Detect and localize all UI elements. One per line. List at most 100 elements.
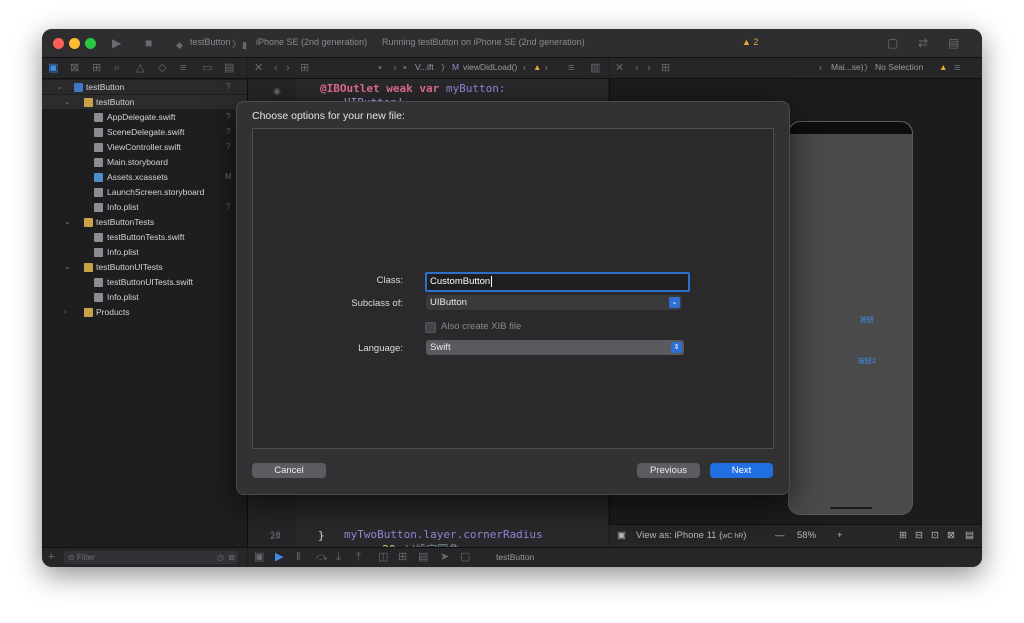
resolve-issues-icon[interactable]: ⊠ [947,530,955,541]
swift-file-icon [94,278,103,287]
back-icon[interactable]: ‹ [635,61,639,75]
jump-bar-file[interactable]: V...ift [415,62,434,72]
class-name-value: CustomButton [430,276,491,287]
memory-graph-icon[interactable]: ⊞ [398,550,407,564]
minimize-window-button[interactable] [69,38,80,49]
symbol-navigator-icon[interactable]: ⊞ [92,61,101,75]
language-popup[interactable]: Swift ⇕ [426,340,684,355]
step-into-icon[interactable]: ⤓ [336,550,341,564]
outlet-connection-icon[interactable]: ◉ [273,86,281,97]
run-icon[interactable]: ▶ [112,36,121,50]
find-navigator-icon[interactable]: ⌕ [114,61,120,75]
debug-scheme-label: testButton [496,552,535,562]
tree-item-file[interactable]: LaunchScreen.storyboard [42,185,247,199]
zoom-out-button[interactable]: — [775,530,785,541]
related-items-icon[interactable]: ⊞ [661,61,670,75]
back-icon[interactable]: ‹ [274,61,278,75]
inspector-toggle-icon[interactable]: ▤ [948,36,959,50]
toggle-debug-area-icon[interactable]: ▣ [254,550,264,564]
close-editor-icon[interactable]: ✕ [254,61,263,75]
test-navigator-icon[interactable]: ◇ [158,61,166,75]
warning-icon[interactable]: ▲ [533,62,541,72]
project-icon [74,83,83,92]
editor-options-icon[interactable]: ≡ [568,61,574,75]
tree-item-group[interactable]: › Products [42,305,247,319]
back-icon[interactable]: ‹ [523,62,526,72]
next-button[interactable]: Next [710,463,773,478]
project-navigator-icon[interactable]: ▣ [48,61,58,75]
tree-item-file[interactable]: Info.plist ? [42,200,247,214]
add-constraints-icon[interactable]: ⊡ [931,530,939,541]
tree-item-file[interactable]: Info.plist [42,245,247,259]
device-selector[interactable]: iPhone SE (2nd generation) [256,37,367,47]
disclosure-down-icon[interactable]: ⌄ [64,215,71,229]
cancel-button[interactable]: Cancel [252,463,326,478]
also-create-xib-checkbox[interactable] [425,322,436,333]
related-items-icon[interactable]: ⊞ [300,61,309,75]
tree-item-project[interactable]: ⌄ testButton ? [42,80,247,94]
tree-item-file[interactable]: AppDelegate.swift ? [42,110,247,124]
close-editor-icon[interactable]: ✕ [615,61,624,75]
previous-button[interactable]: Previous [637,463,700,478]
zoom-in-button[interactable]: + [837,530,843,541]
library-icon[interactable]: ▢ [887,36,898,50]
forward-icon[interactable]: › [286,61,290,75]
update-frames-icon[interactable]: ⊞ [899,530,907,541]
view-hierarchy-icon[interactable]: ◫ [378,550,388,564]
jump-bar-method[interactable]: viewDidLoad() [463,62,517,72]
forward-icon[interactable]: › [545,62,548,72]
view-as-label[interactable]: View as: iPhone 11 (wC hR) [636,530,746,541]
chevron-down-icon[interactable]: ⌄ [669,297,680,308]
breakpoints-icon[interactable]: ▶ [275,550,283,564]
pause-icon[interactable]: ‖ [296,550,301,564]
tree-item-group[interactable]: ⌄ testButtonTests [42,215,247,229]
class-name-field[interactable]: CustomButton [425,272,690,292]
breakpoint-navigator-icon[interactable]: ▭ [202,61,212,75]
editor-options-icon[interactable]: ≡ [954,61,960,75]
disclosure-right-icon[interactable]: › [64,305,67,319]
split-editor-icon[interactable]: ▥ [590,61,600,75]
sidebar-toggle-icon[interactable]: ▣ [617,530,626,541]
jump-bar-selection[interactable]: No Selection [875,62,923,72]
swift-file-icon [94,128,103,137]
debug-navigator-icon[interactable]: ≡ [180,61,186,75]
canvas-button-1[interactable]: 按鈕 [860,315,874,325]
subclass-combobox[interactable]: UIButton ⌄ [426,295,682,310]
environment-overrides-icon[interactable]: ▤ [418,550,428,564]
step-over-icon[interactable]: ⤼ [316,550,328,564]
report-navigator-icon[interactable]: ▤ [224,61,234,75]
forward-icon[interactable]: › [647,61,651,75]
chevron-updown-icon[interactable]: ⇕ [671,342,682,353]
jump-bar-storyboard[interactable]: Mai...se) [831,62,864,72]
tree-item-file[interactable]: ViewController.swift ? [42,140,247,154]
disclosure-down-icon[interactable]: ⌄ [56,80,63,94]
stop-icon[interactable]: ■ [145,36,152,50]
warnings-badge[interactable]: ▲ 2 [742,37,758,47]
plist-file-icon [94,248,103,257]
tree-item-file[interactable]: Info.plist [42,290,247,304]
canvas-button-2[interactable]: 按鈕2 [858,356,876,366]
disclosure-down-icon[interactable]: ⌄ [64,260,71,274]
step-out-icon[interactable]: ⤒ [356,550,361,564]
align-icon[interactable]: ⊟ [915,530,923,541]
warning-icon[interactable]: ▲ [939,62,947,72]
code-review-icon[interactable]: ⇄ [918,36,928,50]
language-label: Language: [358,343,403,354]
tree-item-group[interactable]: ⌄ testButton [42,95,247,109]
tree-item-file[interactable]: Assets.xcassets M [42,170,247,184]
tree-item-group[interactable]: ⌄ testButtonUITests [42,260,247,274]
scheme-icon: ◆ [176,40,183,50]
disclosure-down-icon[interactable]: ⌄ [64,95,71,109]
tree-item-file[interactable]: Main.storyboard [42,155,247,169]
scheme-selector[interactable]: testButton [190,37,231,47]
close-window-button[interactable] [53,38,64,49]
embed-in-icon[interactable]: ▤ [965,530,974,541]
tree-item-file[interactable]: testButtonTests.swift [42,230,247,244]
tree-item-file[interactable]: SceneDelegate.swift ? [42,125,247,139]
simulate-location-icon[interactable]: ➤ [440,550,449,564]
toolbar: ▶ ■ ◆ testButton 〉 ▮ iPhone SE (2nd gene… [42,29,982,58]
issue-navigator-icon[interactable]: △ [136,61,144,75]
source-control-icon[interactable]: ⊠ [70,61,79,75]
tree-item-file[interactable]: testButtonUITests.swift [42,275,247,289]
zoom-window-button[interactable] [85,38,96,49]
